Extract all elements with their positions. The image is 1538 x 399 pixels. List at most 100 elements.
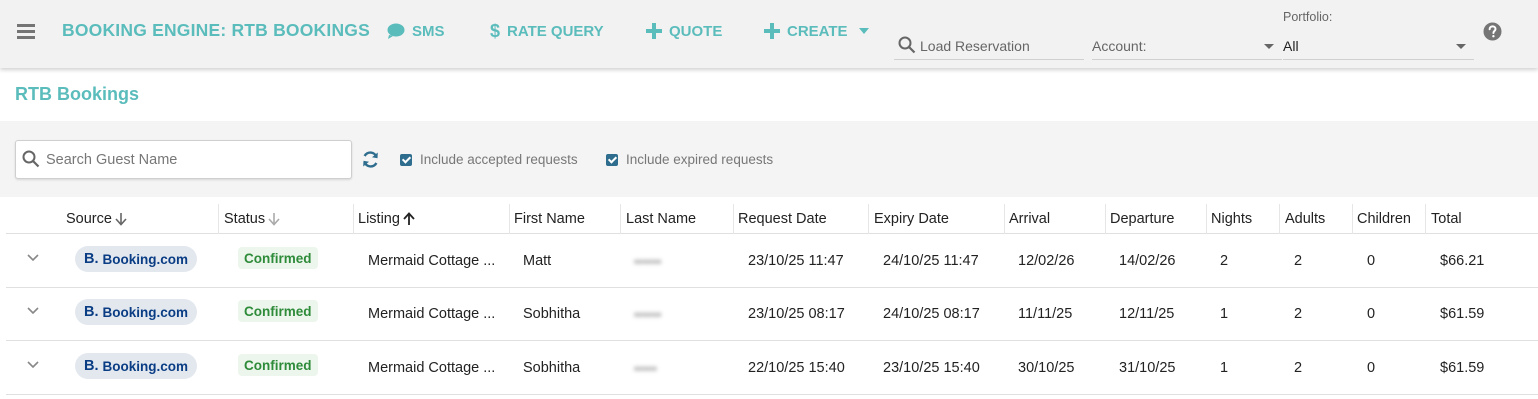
adults-cell: 2	[1294, 253, 1303, 269]
expiry-date-cell: 24/10/25 11:47	[883, 253, 979, 269]
listing-cell: Mermaid Cottage ...	[368, 306, 496, 322]
table-row[interactable]: B. Booking.com Confirmed Mermaid Cottage…	[6, 234, 1538, 288]
create-button[interactable]: CREATE	[764, 20, 869, 42]
refresh-icon[interactable]	[361, 150, 380, 169]
column-divider	[1105, 204, 1106, 234]
column-adults[interactable]: Adults	[1285, 204, 1325, 234]
listing-cell: Mermaid Cottage ...	[368, 253, 496, 269]
column-adults-label: Adults	[1285, 211, 1326, 227]
booking-logo-mark: B.	[83, 304, 99, 320]
nights-cell: 1	[1220, 306, 1229, 322]
column-divider	[353, 204, 354, 234]
table-header: Source Status Listing First Name Last Na…	[6, 204, 1538, 234]
sms-label: SMS	[412, 22, 445, 40]
portfolio-label: Portfolio:	[1283, 10, 1333, 24]
column-arrival[interactable]: Arrival	[1009, 204, 1050, 234]
chat-bubble-icon	[387, 23, 405, 39]
first-name-cell: Sobhitha	[523, 360, 581, 376]
include-expired-checkbox[interactable]: Include expired requests	[606, 152, 773, 167]
caret-down-icon	[1456, 44, 1466, 49]
hamburger-menu-icon[interactable]	[17, 24, 35, 39]
source-name: Booking.com	[102, 358, 188, 374]
departure-cell: 31/10/25	[1119, 360, 1176, 376]
adults-cell: 2	[1294, 360, 1303, 376]
caret-down-icon	[1264, 44, 1274, 49]
request-date-cell: 23/10/25 11:47	[748, 253, 844, 269]
column-departure[interactable]: Departure	[1110, 204, 1174, 234]
column-listing[interactable]: Listing	[358, 204, 415, 234]
guest-search-input[interactable]	[46, 149, 346, 171]
arrival-cell: 30/10/25	[1018, 360, 1075, 376]
column-last-name[interactable]: Last Name	[626, 204, 696, 234]
nights-cell: 2	[1220, 253, 1229, 269]
plus-icon	[646, 23, 662, 39]
last-name-cell: •••••	[634, 360, 657, 376]
total-cell: $61.59	[1440, 306, 1485, 322]
departure-cell: 14/02/26	[1119, 253, 1176, 269]
request-date-cell: 23/10/25 08:17	[748, 306, 845, 322]
checkbox-checked-icon	[606, 153, 618, 166]
guest-search-field[interactable]	[15, 140, 352, 179]
source-badge[interactable]: B. Booking.com	[75, 246, 197, 272]
column-last-name-label: Last Name	[626, 211, 697, 227]
chevron-down-icon[interactable]	[27, 361, 39, 369]
arrival-cell: 11/11/25	[1018, 306, 1073, 322]
account-label: Account:	[1092, 38, 1147, 54]
column-listing-label: Listing	[358, 211, 400, 227]
include-accepted-label: Include accepted requests	[420, 152, 578, 167]
column-nights-label: Nights	[1211, 211, 1253, 227]
account-select[interactable]: Account:	[1092, 32, 1282, 60]
column-total-label: Total	[1431, 211, 1462, 227]
rate-query-button[interactable]: $ RATE QUERY	[490, 20, 604, 42]
arrow-down-icon	[115, 213, 127, 226]
column-request-date[interactable]: Request Date	[738, 204, 827, 234]
column-first-name-label: First Name	[514, 211, 585, 227]
load-reservation-input[interactable]	[920, 35, 1080, 57]
table-row[interactable]: B. Booking.com Confirmed Mermaid Cottage…	[6, 341, 1538, 395]
first-name-cell: Matt	[523, 253, 552, 269]
top-bar: BOOKING ENGINE: RTB BOOKINGS SMS $ RATE …	[0, 0, 1538, 68]
source-name: Booking.com	[102, 304, 188, 320]
column-divider	[620, 204, 621, 234]
load-reservation-field[interactable]	[894, 32, 1084, 60]
quote-label: QUOTE	[669, 22, 723, 40]
column-status-label: Status	[224, 211, 266, 227]
children-cell: 0	[1367, 360, 1376, 376]
column-divider	[218, 204, 219, 234]
app-title: BOOKING ENGINE: RTB BOOKINGS	[62, 20, 370, 40]
quote-button[interactable]: QUOTE	[646, 20, 722, 42]
column-divider	[733, 204, 734, 234]
column-nights[interactable]: Nights	[1211, 204, 1252, 234]
column-divider	[1425, 204, 1426, 234]
sms-button[interactable]: SMS	[387, 20, 445, 42]
status-badge: Confirmed	[238, 247, 318, 269]
checkbox-checked-icon	[400, 153, 412, 166]
portfolio-select[interactable]: All	[1283, 32, 1474, 60]
column-first-name[interactable]: First Name	[514, 204, 585, 234]
source-badge[interactable]: B. Booking.com	[75, 299, 197, 325]
column-source[interactable]: Source	[66, 204, 127, 234]
table-row[interactable]: B. Booking.com Confirmed Mermaid Cottage…	[6, 287, 1538, 341]
rate-query-label: RATE QUERY	[507, 22, 604, 40]
last-name-cell: ••••••	[634, 306, 662, 322]
chevron-down-icon[interactable]	[27, 307, 39, 315]
portfolio-value: All	[1283, 38, 1299, 54]
include-accepted-checkbox[interactable]: Include accepted requests	[400, 152, 578, 167]
help-circle-icon[interactable]	[1483, 22, 1502, 41]
last-name-cell: ••••••	[634, 253, 662, 269]
search-icon	[22, 150, 40, 168]
chevron-down-icon[interactable]	[27, 254, 39, 262]
departure-cell: 12/11/25	[1119, 306, 1175, 322]
adults-cell: 2	[1294, 306, 1303, 322]
children-cell: 0	[1367, 253, 1376, 269]
total-cell: $66.21	[1440, 253, 1485, 269]
booking-logo-mark: B.	[83, 358, 99, 374]
column-divider	[868, 204, 869, 234]
column-expiry-date[interactable]: Expiry Date	[874, 204, 949, 234]
column-children[interactable]: Children	[1357, 204, 1411, 234]
booking-logo-mark: B.	[83, 251, 99, 267]
plus-icon	[764, 23, 780, 39]
column-total[interactable]: Total	[1431, 204, 1462, 234]
column-status[interactable]: Status	[224, 204, 280, 234]
source-badge[interactable]: B. Booking.com	[75, 353, 197, 379]
